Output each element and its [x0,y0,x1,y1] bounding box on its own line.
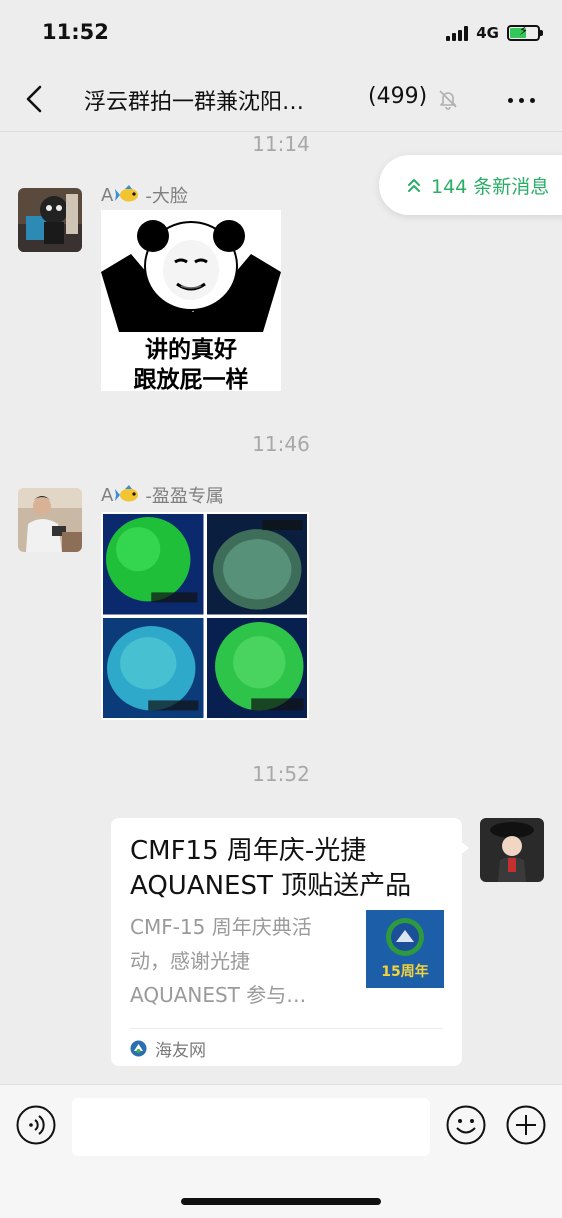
plus-circle-icon[interactable] [506,1105,546,1145]
status-indicators: 4G ⚡ [446,24,543,42]
new-messages-label: 144 条新消息 [431,175,550,198]
sender-name: A -盈盈专属 [101,484,224,508]
card-thumbnail: 15周年 [366,910,444,988]
sticker-caption: 讲的真好 [145,337,237,363]
fish-emoji-icon [115,185,139,202]
timestamp: 11:14 [252,132,310,156]
source-logo-icon [130,1040,147,1057]
coral-photo[interactable] [206,617,307,718]
coral-photo[interactable] [103,514,204,615]
chat-header: 浮云群拍一群兼沈阳… (499) [0,68,562,132]
avatar[interactable] [18,188,82,252]
bell-off-icon [439,90,457,110]
voice-icon[interactable] [16,1105,56,1145]
coral-photo[interactable] [103,617,204,718]
battery-icon: ⚡ [507,24,543,41]
sticker-message[interactable]: 讲的真好 跟放屁一样 [101,210,281,393]
emoji-icon[interactable] [446,1105,486,1145]
image-collage-message[interactable] [101,512,309,720]
my-avatar[interactable] [480,818,544,882]
avatar[interactable] [18,488,82,552]
panda-face-sticker [101,220,281,332]
home-indicator[interactable] [181,1198,381,1205]
card-source: 海友网 [130,1036,206,1061]
message-input[interactable] [72,1098,430,1156]
signal-icon [446,25,469,41]
link-card-message[interactable]: CMF15 周年庆-光捷 AQUANEST 顶贴送产品 CMF-15 周年庆典活… [111,818,462,1066]
card-source-name: 海友网 [155,1041,206,1061]
status-bar: 11:52 4G ⚡ [0,0,562,68]
member-count: (499) [368,84,428,109]
chevron-left-icon[interactable] [18,82,52,116]
status-time: 11:52 [42,20,109,44]
new-messages-button[interactable]: 144 条新消息 [379,155,562,215]
card-title: CMF15 周年庆-光捷 AQUANEST 顶贴送产品 [130,836,412,901]
sender-name: A -大脸 [101,184,188,208]
thumb-caption: 15周年 [381,964,429,980]
timestamp: 11:46 [252,432,310,456]
card-divider [130,1028,443,1029]
double-chevron-up-icon [408,179,420,192]
chat-title: 浮云群拍一群兼沈阳… [84,90,305,115]
card-description: CMF-15 周年庆典活动，感谢光捷 AQUANEST 参与… [130,915,312,1007]
bubble-tail [459,840,469,856]
more-dots-icon[interactable] [508,90,540,110]
coral-photo[interactable] [206,514,307,615]
timestamp: 11:52 [252,762,310,786]
fish-emoji-icon [115,485,139,502]
network-type: 4G [476,24,499,42]
sticker-caption: 跟放屁一样 [133,367,249,393]
